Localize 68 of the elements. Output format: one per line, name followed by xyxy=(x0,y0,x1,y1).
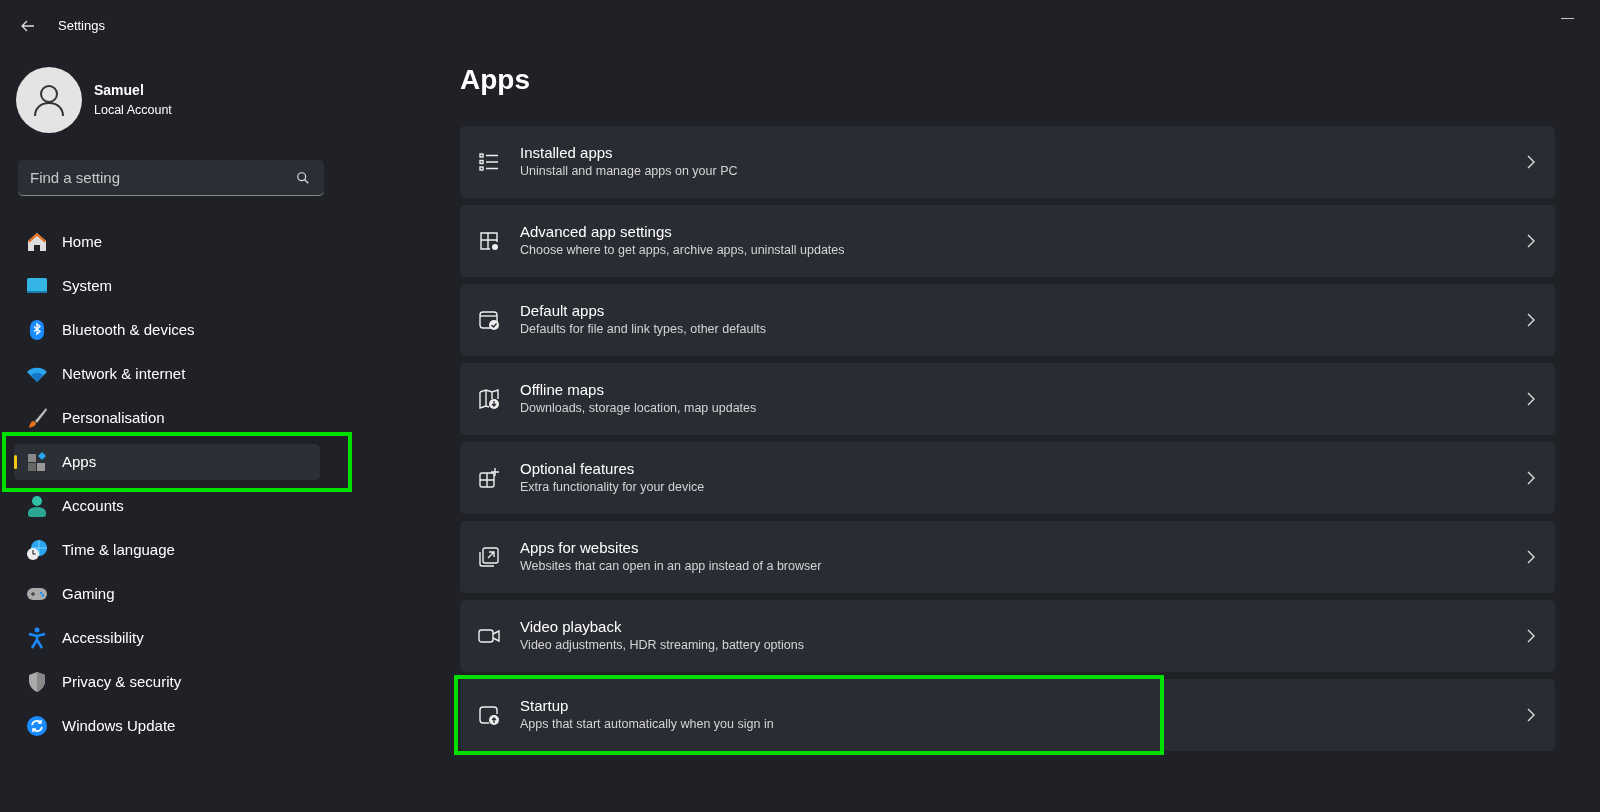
nav-item[interactable]: System xyxy=(14,268,320,304)
chevron-right-icon xyxy=(1525,313,1537,327)
chevron-right-icon xyxy=(1525,392,1537,406)
window-title: Settings xyxy=(58,17,105,36)
settings-card[interactable]: Optional features Extra functionality for your device xyxy=(460,442,1555,514)
sync-icon xyxy=(26,715,48,737)
back-button[interactable] xyxy=(20,18,36,34)
settings-card[interactable]: Advanced app settings Choose where to get apps, archive apps, uninstall updates xyxy=(460,205,1555,277)
nav-item[interactable]: Windows Update xyxy=(14,708,320,744)
card-subtitle: Downloads, storage location, map updates xyxy=(520,399,757,417)
back-arrow-icon xyxy=(20,18,36,34)
chevron-right-icon xyxy=(1525,234,1537,248)
card-subtitle: Choose where to get apps, archive apps, uninstall updates xyxy=(520,241,845,259)
grid-plus-icon xyxy=(478,467,500,489)
nav-item[interactable]: Accounts xyxy=(14,488,320,524)
apps-icon xyxy=(26,451,48,473)
page-title: Apps xyxy=(460,66,531,94)
card-title: Offline maps xyxy=(520,380,605,399)
card-title: Advanced app settings xyxy=(520,222,673,241)
card-subtitle: Websites that can open in an app instead of a browser xyxy=(520,557,822,575)
account-type: Local Account xyxy=(94,102,172,120)
external-window-icon xyxy=(478,546,500,568)
selection-indicator xyxy=(14,455,17,469)
card-title: Optional features xyxy=(520,459,636,478)
window-upload-icon xyxy=(478,704,500,726)
accessibility-icon xyxy=(26,627,48,649)
nav-item[interactable]: Network & internet xyxy=(14,356,320,392)
account-name: Samuel xyxy=(94,81,145,101)
settings-card[interactable]: Apps for websites Websites that can open in an app instead of a browser xyxy=(460,521,1555,593)
home-icon xyxy=(26,231,48,253)
minimize-button[interactable]: — xyxy=(1553,4,1582,32)
settings-card[interactable]: Video playback Video adjustments, HDR streaming, battery options xyxy=(460,600,1555,672)
card-title: Installed apps xyxy=(520,143,614,162)
nav-item[interactable]: Privacy & security xyxy=(14,664,320,700)
card-subtitle: Video adjustments, HDR streaming, battery options xyxy=(520,636,804,654)
chevron-right-icon xyxy=(1525,550,1537,564)
nav-item[interactable]: Home xyxy=(14,224,320,260)
card-title: Default apps xyxy=(520,301,606,320)
nav-item[interactable]: Bluetooth & devices xyxy=(14,312,320,348)
chevron-right-icon xyxy=(1525,155,1537,169)
shield-icon xyxy=(26,671,48,693)
card-title: Startup xyxy=(520,696,570,715)
person-icon xyxy=(26,495,48,517)
search-icon xyxy=(296,171,310,185)
chevron-right-icon xyxy=(1525,708,1537,722)
settings-card[interactable]: Offline maps Downloads, storage location, map updates xyxy=(460,363,1555,435)
card-subtitle: Defaults for file and link types, other defaults xyxy=(520,320,766,338)
card-title: Apps for websites xyxy=(520,538,640,557)
card-subtitle: Extra functionality for your device xyxy=(520,478,705,496)
card-title: Video playback xyxy=(520,617,623,636)
card-subtitle: Apps that start automatically when you sign in xyxy=(520,715,774,733)
search-field[interactable]: Find a setting xyxy=(18,160,324,196)
nav-item[interactable]: Accessibility xyxy=(14,620,320,656)
nav-item[interactable]: Apps xyxy=(14,444,320,480)
paintbrush-icon xyxy=(26,407,48,429)
settings-card[interactable]: Installed apps Uninstall and manage apps on your PC xyxy=(460,126,1555,198)
card-subtitle: Uninstall and manage apps on your PC xyxy=(520,162,738,180)
settings-card[interactable]: Default apps Defaults for file and link types, other defaults xyxy=(460,284,1555,356)
chevron-right-icon xyxy=(1525,629,1537,643)
nav-item[interactable]: Personalisation xyxy=(14,400,320,436)
list-icon xyxy=(478,151,500,173)
chevron-right-icon xyxy=(1525,471,1537,485)
window-check-icon xyxy=(478,309,500,331)
window-gear-icon xyxy=(478,230,500,252)
globe-clock-icon xyxy=(26,539,48,561)
nav-item[interactable]: Gaming xyxy=(14,576,320,612)
map-download-icon xyxy=(478,388,500,410)
nav-item[interactable]: Time & language xyxy=(14,532,320,568)
